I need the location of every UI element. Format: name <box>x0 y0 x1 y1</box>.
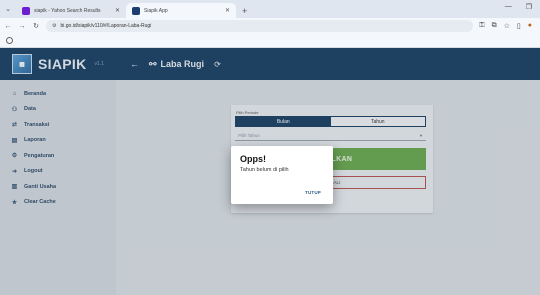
back-nav-icon[interactable]: ← <box>4 23 12 30</box>
site-info-icon[interactable]: ⚙ <box>52 23 56 29</box>
toolbar-icons: ⚿ ⧉ ☆ ▯ ● <box>479 22 536 30</box>
close-tab-icon[interactable]: ✕ <box>225 7 230 14</box>
sidebar-panel-icon[interactable]: ▯ <box>517 22 521 30</box>
forward-nav-icon[interactable]: → <box>18 23 26 30</box>
key-icon[interactable]: ⚿ <box>479 22 484 30</box>
tab-search-icon[interactable]: ⌄ <box>0 0 16 18</box>
app-favicon-icon <box>132 6 140 15</box>
dialog-close-button[interactable]: TUTUP <box>305 190 321 195</box>
url-field[interactable]: ⚙ bi.go.id/siapik/v110/#/Laporan-Laba-Ru… <box>46 20 474 32</box>
share-icon[interactable]: ⧉ <box>492 22 497 30</box>
star-bookmark-icon[interactable]: ☆ <box>504 22 510 30</box>
restore-icon[interactable]: ❐ <box>526 3 532 11</box>
yahoo-favicon-icon <box>22 6 30 15</box>
reload-icon[interactable]: ↻ <box>32 22 40 30</box>
minimize-icon[interactable]: — <box>505 3 512 11</box>
dialog-message: Tahun belum di pilih <box>240 167 289 173</box>
tab-title: siapik - Yahoo Search Results <box>34 7 101 14</box>
window-controls: — ❐ <box>505 3 532 11</box>
tab-title: Siapik App <box>144 7 168 14</box>
bookmark-globe-icon[interactable] <box>6 37 13 44</box>
browser-tab-yahoo[interactable]: siapik - Yahoo Search Results ✕ <box>16 3 126 18</box>
url-text: bi.go.id/siapik/v110/#/Laporan-Laba-Rugi <box>60 23 152 29</box>
close-tab-icon[interactable]: ✕ <box>115 7 120 14</box>
new-tab-icon[interactable]: + <box>236 6 253 18</box>
browser-tab-strip: ⌄ siapik - Yahoo Search Results ✕ Siapik… <box>0 0 540 18</box>
dialog-title: Opps! <box>240 154 266 164</box>
extension-icon[interactable]: ● <box>528 22 532 30</box>
alert-dialog: Opps! Tahun belum di pilih TUTUP <box>231 146 333 204</box>
browser-tab-siapik[interactable]: Siapik App ✕ <box>126 3 236 18</box>
address-bar: ← → ↻ ⚙ bi.go.id/siapik/v110/#/Laporan-L… <box>0 18 540 34</box>
bookmarks-bar <box>0 34 540 48</box>
